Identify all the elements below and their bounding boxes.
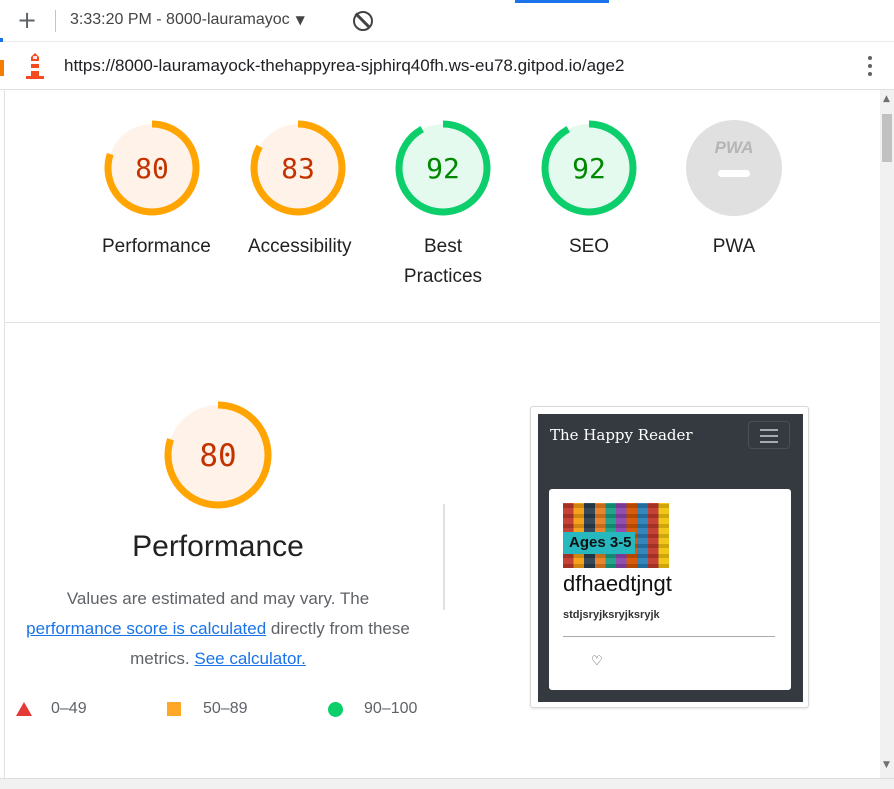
new-tab-plus-icon[interactable]: + (17, 8, 37, 32)
gauge-accessibility[interactable]: 83 Accessibility (248, 118, 352, 262)
score-calculated-link[interactable]: performance score is calculated (26, 619, 266, 638)
legend-pass: 90–100 (328, 700, 417, 718)
edge-indicator-orange (0, 60, 4, 76)
gauge-score: 80 (135, 152, 169, 185)
more-options-icon[interactable] (864, 54, 876, 78)
card-title: dfhaedtjngt (563, 571, 672, 596)
gauge-label: SEO (568, 236, 610, 257)
clear-block-icon[interactable] (353, 11, 373, 31)
legend-pass-label: 90–100 (364, 700, 418, 717)
legend-average: 50–89 (167, 700, 248, 718)
gauge-label: PWA (712, 236, 756, 257)
gauge-ring-icon: 83 (250, 120, 346, 216)
gauge-score: 92 (572, 152, 606, 185)
dropdown-caret-icon: ▼ (295, 13, 305, 27)
gauge-score: 83 (281, 152, 315, 185)
browser-tab-bar: + 3:33:20 PM - 8000-lauramayoc ▼ (0, 0, 894, 42)
timeline-selector-label: 3:33:20 PM - 8000-lauramayoc (70, 11, 290, 28)
scroll-thumb[interactable] (882, 114, 892, 162)
performance-description: Values are estimated and may vary. The p… (5, 584, 431, 674)
lighthouse-url-bar: https://8000-lauramayock-thehappyrea-sjp… (0, 42, 894, 90)
vertical-divider (443, 504, 445, 610)
gauge-seo[interactable]: 92 SEO (539, 118, 639, 262)
lighthouse-report: 80 Performance 83 Accessibility 92 Best … (4, 90, 880, 778)
performance-title: Performance (132, 530, 304, 563)
report-url: https://8000-lauramayock-thehappyrea-sjp… (64, 56, 625, 75)
pass-circle-icon (328, 701, 343, 717)
gauge-performance[interactable]: 80 Performance (102, 118, 211, 262)
active-tab-indicator (515, 0, 609, 3)
lighthouse-logo-icon (26, 53, 44, 79)
gauge-ring-icon: 92 (395, 120, 491, 216)
gauge-ring-icon: 80 (164, 401, 272, 509)
gauge-label: Best Practices (403, 236, 483, 287)
book-image: Ages 3-5 (563, 503, 669, 568)
horizontal-scrollbar[interactable] (0, 778, 894, 789)
see-calculator-link[interactable]: See calculator. (194, 649, 306, 668)
performance-score: 80 (199, 438, 236, 474)
pwa-badge-text: PWA (715, 138, 754, 157)
scroll-up-arrow-icon[interactable]: ▲ (883, 94, 890, 104)
legend-average-label: 50–89 (203, 700, 248, 717)
hamburger-menu-icon (748, 421, 790, 449)
average-square-icon (167, 702, 181, 716)
gauge-pwa[interactable]: PWA PWA (684, 118, 784, 262)
age-badge: Ages 3-5 (563, 532, 635, 554)
tab-separator (55, 10, 56, 32)
screenshot-page: The Happy Reader Ages 3-5 dfhaedtjngt st… (538, 414, 803, 702)
gauge-label: Accessibility (248, 236, 352, 257)
gauge-score: 92 (426, 152, 460, 185)
card-text: stdjsryjksryjksryjk (563, 609, 660, 621)
navbar-brand: The Happy Reader (550, 426, 693, 444)
gauge-ring-icon: 80 (104, 120, 200, 216)
vertical-scrollbar[interactable]: ▲ ▼ (880, 90, 894, 778)
gauge-best-practices[interactable]: 92 Best Practices (393, 118, 493, 292)
legend-fail: 0–49 (16, 700, 87, 718)
desc-text: Values are estimated and may vary. The (66, 589, 370, 608)
gauge-label: Performance (102, 236, 211, 257)
book-card: Ages 3-5 dfhaedtjngt stdjsryjksryjksryjk… (549, 489, 791, 690)
timeline-selector[interactable]: 3:33:20 PM - 8000-lauramayoc ▼ (70, 11, 305, 29)
heart-icon: ♡ (591, 654, 603, 669)
card-divider (563, 636, 775, 637)
performance-big-gauge: 80 (163, 400, 273, 515)
scroll-down-arrow-icon[interactable]: ▼ (883, 760, 890, 770)
fail-triangle-icon (16, 702, 32, 716)
section-divider (5, 322, 880, 323)
gauge-ring-icon: 92 (541, 120, 637, 216)
pwa-badge-icon: PWA (686, 120, 782, 216)
legend-fail-label: 0–49 (51, 700, 87, 717)
final-screenshot[interactable]: The Happy Reader Ages 3-5 dfhaedtjngt st… (530, 406, 809, 708)
